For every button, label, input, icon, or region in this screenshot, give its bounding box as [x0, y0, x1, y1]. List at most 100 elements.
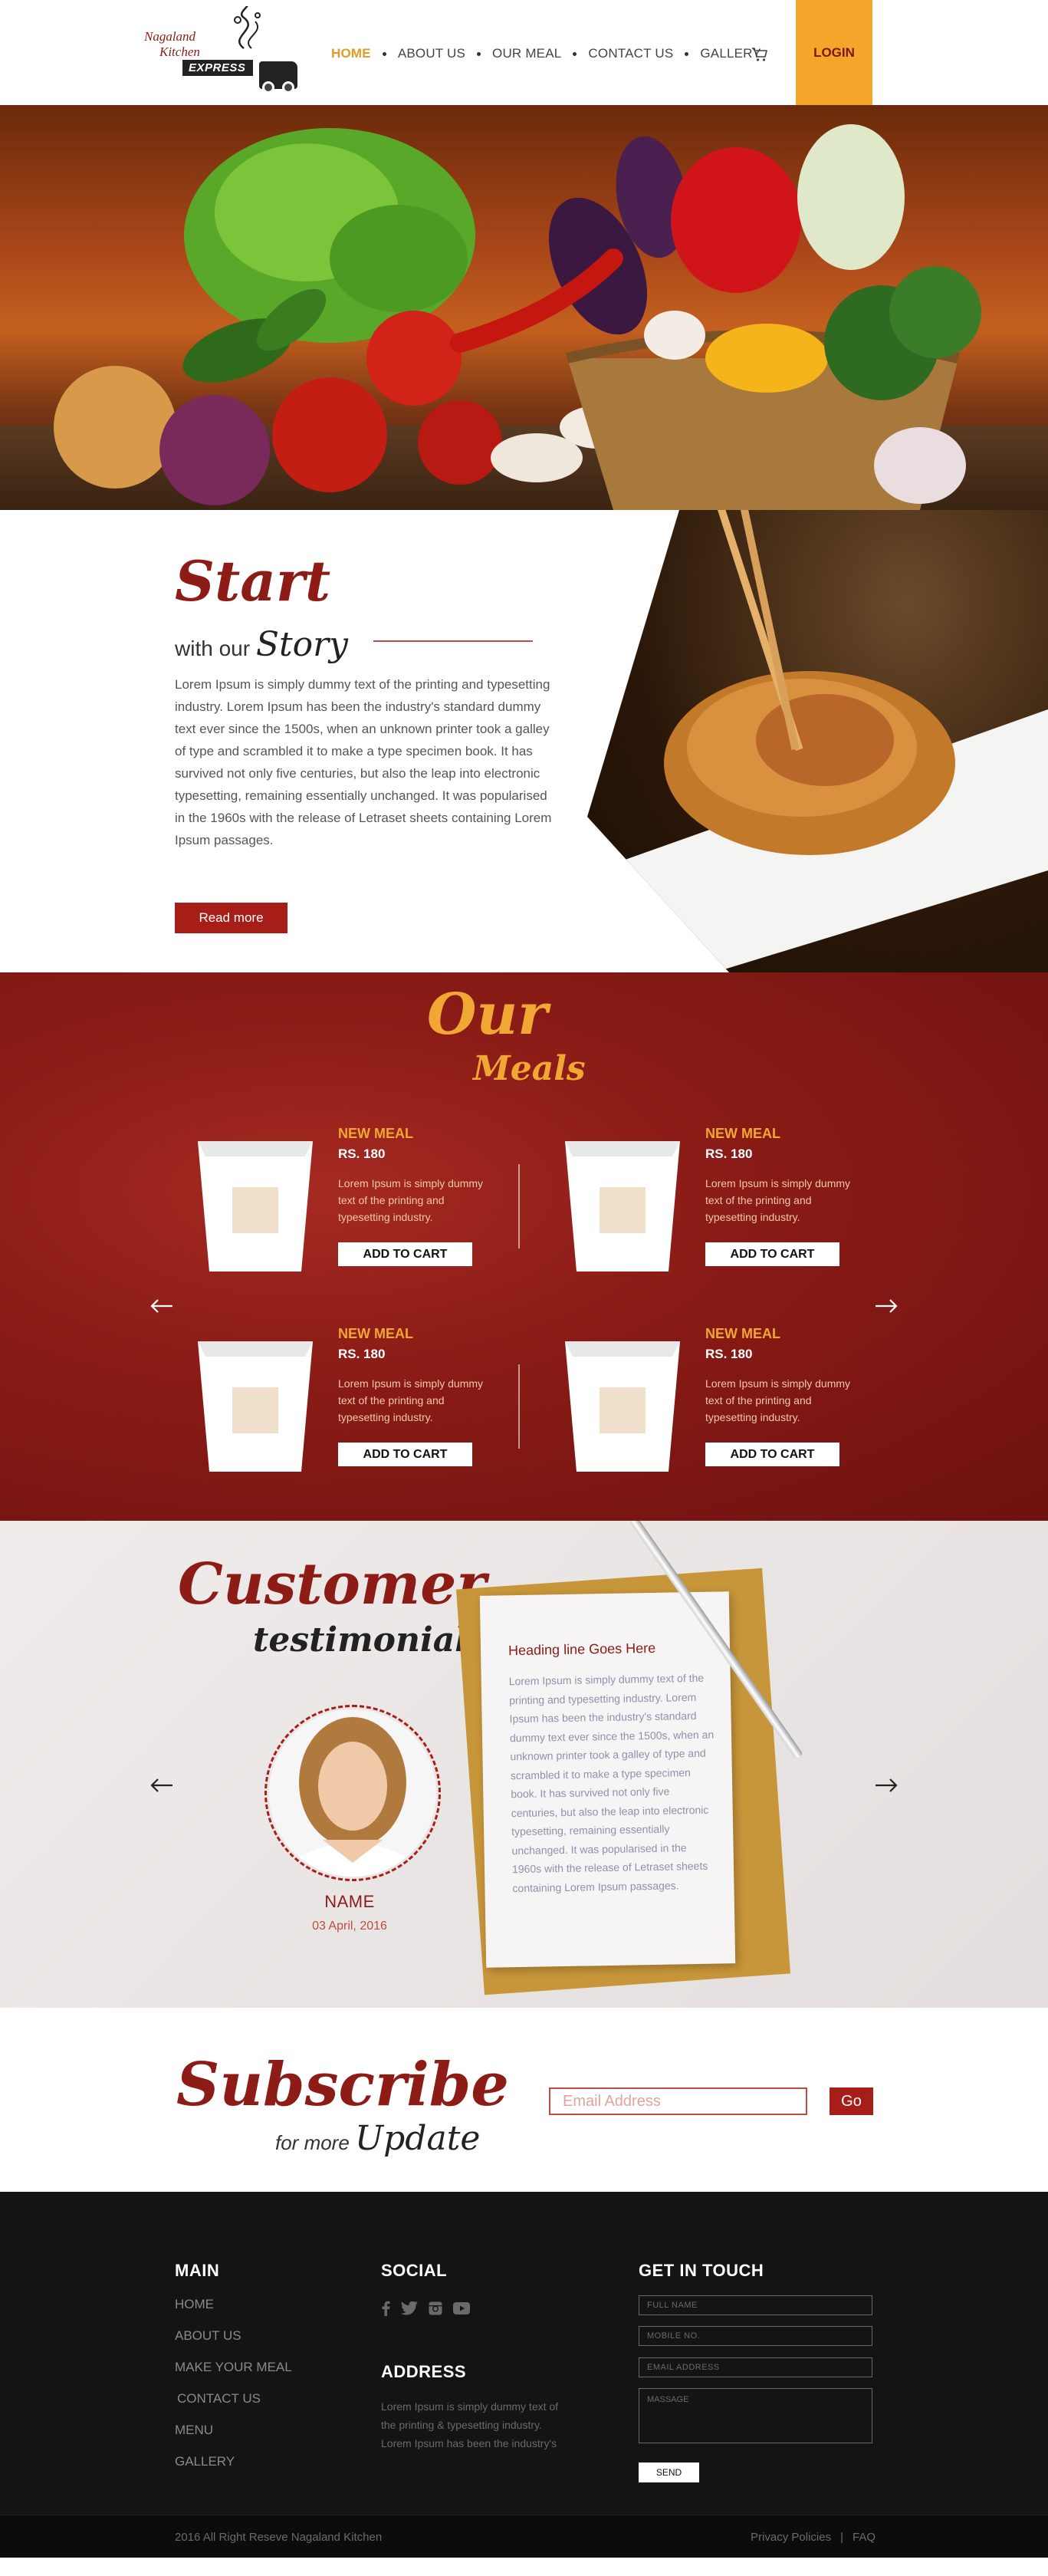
- nav-item-our-meal[interactable]: OUR MEAL: [492, 46, 561, 61]
- footer-link-menu[interactable]: MENU: [175, 2423, 213, 2438]
- meal-name: NEW MEAL: [338, 1326, 413, 1341]
- twitter-icon[interactable]: [400, 2301, 418, 2319]
- read-more-button[interactable]: Read more: [175, 903, 287, 933]
- meal-divider: [518, 1164, 520, 1249]
- email-field[interactable]: [639, 2357, 872, 2377]
- arrow-left-icon[interactable]: [149, 1778, 174, 1797]
- login-button[interactable]: LOGIN: [796, 0, 872, 105]
- nav-item-contact-us[interactable]: CONTACT US: [588, 46, 673, 61]
- testimonials-title: Customer: [178, 1551, 487, 1617]
- send-button[interactable]: SEND: [639, 2462, 699, 2482]
- site-footer: MAIN HOME ABOUT US MAKE YOUR MEAL CONTAC…: [0, 2192, 1048, 2515]
- meal-card: NEW MEAL RS. 180 Lorem Ipsum is simply d…: [190, 1126, 527, 1279]
- noodles-photo: [587, 510, 1048, 972]
- testimonial-body-text: Lorem Ipsum is simply dummy text of the …: [508, 1671, 715, 1894]
- nav-separator: [573, 51, 577, 56]
- meal-divider: [518, 1364, 520, 1449]
- takeout-box-icon: [198, 1341, 313, 1472]
- meal-card: NEW MEAL RS. 180 Lorem Ipsum is simply d…: [190, 1326, 527, 1479]
- avatar: [269, 1709, 436, 1877]
- story-title: Start: [175, 548, 331, 614]
- copyright-text: 2016 All Right Reseve Nagaland Kitchen: [175, 2531, 383, 2544]
- story-subtitle: with our Story: [175, 625, 348, 664]
- privacy-policies-link[interactable]: Privacy Policies: [751, 2531, 831, 2544]
- takeout-box-icon: [565, 1341, 680, 1472]
- truck-icon: [259, 61, 297, 94]
- testimonial-avatar-frame: [264, 1705, 441, 1881]
- story-subtitle-word: Story: [255, 625, 349, 664]
- arrow-left-icon[interactable]: [149, 1298, 174, 1318]
- meal-name: NEW MEAL: [705, 1326, 780, 1341]
- nav-separator: [685, 51, 689, 56]
- meal-description: Lorem Ipsum is simply dummy text of the …: [338, 1177, 484, 1223]
- meal-card: NEW MEAL RS. 180 Lorem Ipsum is simply d…: [557, 1126, 895, 1279]
- subscribe-for-more: for more: [275, 2131, 350, 2154]
- cart-icon[interactable]: [751, 47, 768, 66]
- footer-link-make-your-meal[interactable]: MAKE YOUR MEAL: [175, 2360, 292, 2375]
- story-section: Start with our Story Lorem Ipsum is simp…: [0, 510, 1048, 972]
- nav-item-about-us[interactable]: ABOUT US: [398, 46, 465, 61]
- add-to-cart-button[interactable]: ADD TO CART: [705, 1242, 839, 1266]
- footer-address-text: Lorem Ipsum is simply dummy text of the …: [381, 2400, 559, 2449]
- subscribe-section: Subscribe for more Update Go: [0, 2008, 1048, 2192]
- footer-link-contact-us[interactable]: CONTACT US: [177, 2391, 261, 2407]
- story-divider: [373, 640, 533, 642]
- meal-price: RS. 180: [705, 1347, 753, 1361]
- nav-separator: [477, 51, 481, 56]
- story-body-text: Lorem Ipsum is simply dummy text of the …: [175, 677, 552, 847]
- message-field[interactable]: [639, 2388, 872, 2443]
- social-icons: [381, 2301, 470, 2320]
- testimonials-section: Customer testimonials NAME 03 April, 201…: [0, 1521, 1048, 2008]
- meal-price: RS. 180: [338, 1147, 386, 1161]
- testimonial-name: NAME: [324, 1892, 375, 1911]
- steam-swirl-icon: [234, 6, 261, 49]
- hero-banner-image: [0, 105, 1048, 510]
- subscribe-subtitle: for more Update: [275, 2119, 480, 2158]
- logo-text-nagaland: Nagaland: [144, 29, 196, 44]
- testimonial-card: Heading line Goes Here Lorem Ipsum is si…: [479, 1591, 736, 1968]
- subscribe-title: Subscribe: [176, 2050, 509, 2120]
- meals-section: Our Meals NEW MEAL RS. 180 Lorem Ipsum i…: [0, 972, 1048, 1521]
- vegetable-basket-illustration: [54, 124, 981, 510]
- logo-text-express: EXPRESS: [182, 60, 254, 76]
- instagram-icon[interactable]: [429, 2301, 442, 2319]
- subscribe-update-word: Update: [355, 2119, 481, 2158]
- mobile-field[interactable]: [639, 2326, 872, 2346]
- facebook-icon[interactable]: [381, 2301, 390, 2320]
- footer-link-gallery[interactable]: GALLERY: [175, 2454, 235, 2469]
- meals-title-our: Our: [427, 982, 548, 1048]
- meal-name: NEW MEAL: [338, 1126, 413, 1141]
- subscribe-email-input[interactable]: [549, 2087, 807, 2115]
- brand-logo[interactable]: Nagaland Kitchen EXPRESS: [144, 6, 301, 100]
- meal-price: RS. 180: [705, 1147, 753, 1161]
- testimonial-heading: Heading line Goes Here: [508, 1640, 656, 1659]
- footer-main-heading: MAIN: [175, 2261, 220, 2280]
- takeout-box-icon: [565, 1141, 680, 1272]
- footer-contact-heading: GET IN TOUCH: [639, 2261, 764, 2280]
- site-header: Nagaland Kitchen EXPRESS HOME ABOUT US O…: [0, 0, 1048, 105]
- arrow-right-icon[interactable]: [874, 1298, 899, 1318]
- add-to-cart-button[interactable]: ADD TO CART: [338, 1242, 472, 1266]
- main-nav: HOME ABOUT US OUR MEAL CONTACT US GALLER…: [331, 46, 761, 61]
- bottom-bar: 2016 All Right Reseve Nagaland Kitchen P…: [0, 2515, 1048, 2558]
- footer-social-heading: SOCIAL: [381, 2261, 448, 2280]
- faq-link[interactable]: FAQ: [853, 2531, 876, 2544]
- nav-item-home[interactable]: HOME: [331, 46, 371, 61]
- youtube-icon[interactable]: [453, 2302, 470, 2318]
- footer-link-home[interactable]: HOME: [175, 2297, 214, 2312]
- full-name-field[interactable]: [639, 2295, 872, 2315]
- nav-separator: [382, 51, 386, 56]
- meal-price: RS. 180: [338, 1347, 386, 1361]
- takeout-box-icon: [198, 1141, 313, 1272]
- testimonial-date: 03 April, 2016: [312, 1920, 387, 1933]
- meal-description: Lorem Ipsum is simply dummy text of the …: [705, 1177, 851, 1223]
- testimonials-subtitle: testimonials: [253, 1620, 487, 1660]
- story-with-our: with our: [175, 637, 251, 660]
- arrow-right-icon[interactable]: [874, 1778, 899, 1797]
- footer-link-about-us[interactable]: ABOUT US: [175, 2328, 241, 2344]
- footer-address-heading: ADDRESS: [381, 2362, 467, 2381]
- add-to-cart-button[interactable]: ADD TO CART: [338, 1443, 472, 1466]
- add-to-cart-button[interactable]: ADD TO CART: [705, 1443, 839, 1466]
- subscribe-go-button[interactable]: Go: [830, 2087, 873, 2115]
- meals-title-meals: Meals: [473, 1049, 586, 1088]
